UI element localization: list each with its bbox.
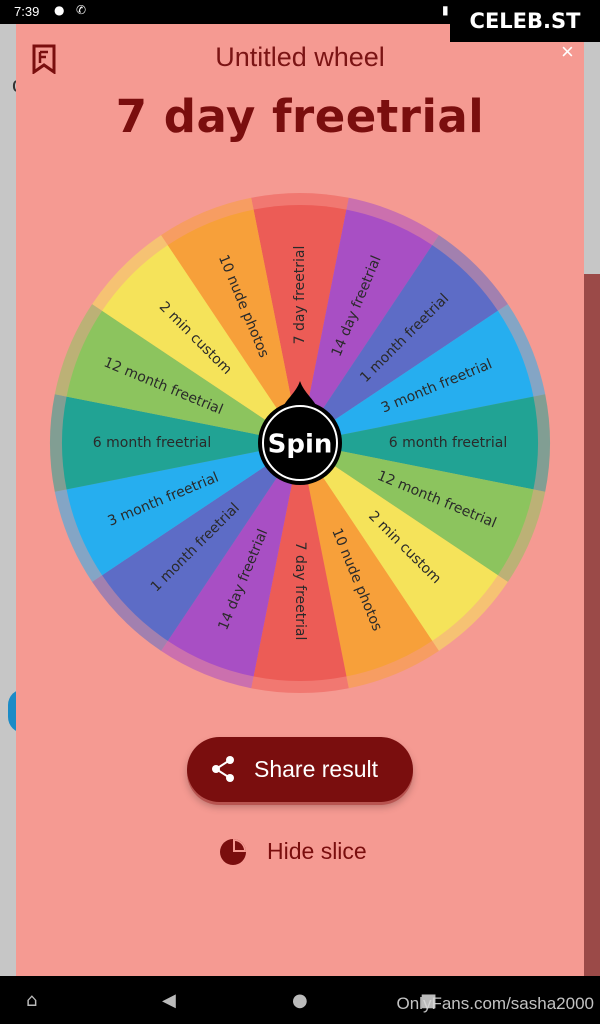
share-result-label: Share result bbox=[254, 756, 379, 782]
wheel-segment-label: 6 month freetrial bbox=[93, 435, 211, 451]
onlyfans-watermark: OnlyFans.com/sasha2000 bbox=[396, 994, 595, 1013]
result-text: 7 day freetrial bbox=[115, 90, 485, 143]
share-result-button[interactable]: Share result bbox=[187, 737, 413, 802]
spin-button-label[interactable]: Spin bbox=[268, 430, 333, 460]
background-strip bbox=[584, 274, 600, 1000]
wheel-segment-label: 7 day freetrial bbox=[292, 246, 308, 345]
mic-icon: ▮ bbox=[442, 3, 449, 17]
hide-slice-button[interactable]: Hide slice bbox=[218, 834, 418, 870]
status-time: 7:39 bbox=[14, 4, 40, 19]
wheel-segment-label: 6 month freetrial bbox=[389, 435, 507, 451]
wheel-title: Untitled wheel bbox=[215, 42, 385, 72]
pie-chart-icon bbox=[220, 839, 246, 865]
hide-slice-label: Hide slice bbox=[267, 838, 367, 864]
chat-icon: ● bbox=[54, 3, 65, 17]
home-icon[interactable]: ⌂ bbox=[26, 990, 37, 1011]
celeb-watermark: CELEB.ST bbox=[450, 0, 600, 42]
wheel-segment-label: 7 day freetrial bbox=[292, 542, 308, 641]
home-circle-icon[interactable]: ● bbox=[292, 990, 308, 1011]
phone-icon: ✆ bbox=[76, 3, 87, 17]
share-icon bbox=[212, 756, 234, 782]
spin-wheel[interactable]: 7 day freetrial 14 day freetrial1 month f… bbox=[48, 191, 552, 695]
back-icon[interactable]: ◀ bbox=[162, 990, 176, 1011]
close-icon[interactable]: × bbox=[561, 39, 574, 65]
wheel-result-dialog: Untitled wheel × 7 day freetrial 7 day f… bbox=[16, 24, 584, 976]
